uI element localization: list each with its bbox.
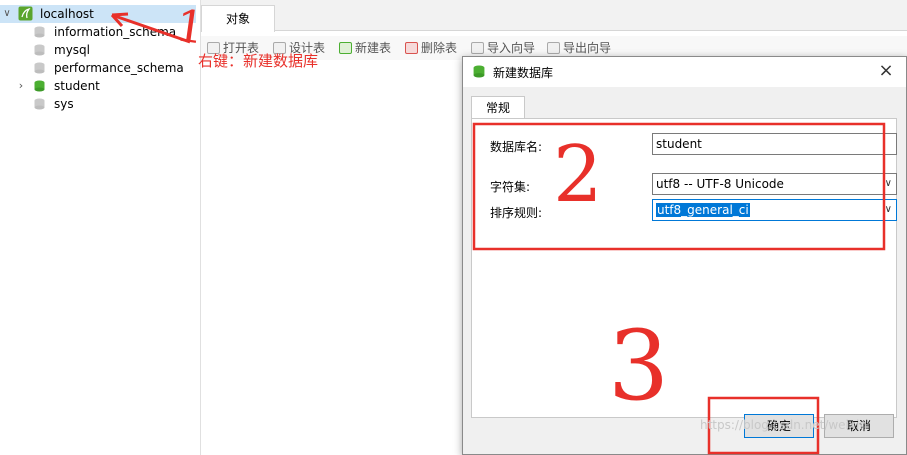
tree-label: student	[54, 79, 100, 93]
import-wizard-label: 导入向导	[487, 41, 536, 55]
dialog-title-bar[interactable]: 新建数据库 ×	[463, 57, 906, 87]
delete-table-label: 删除表	[421, 41, 458, 55]
connection-tree: ∨ localhost information_schema mysql per…	[0, 0, 201, 455]
annotation-step-2: 2	[553, 130, 603, 220]
database-icon	[473, 65, 485, 78]
charset-label: 字符集:	[490, 180, 531, 194]
tab-objects[interactable]: 对象	[201, 5, 275, 32]
tree-item-database[interactable]: mysql	[0, 41, 196, 59]
tree-item-database[interactable]: › student	[0, 77, 196, 95]
tree-label: sys	[54, 97, 74, 111]
collation-label: 排序规则:	[490, 206, 543, 220]
mysql-connection-icon	[18, 6, 33, 21]
db-name-value: student	[656, 137, 702, 151]
delete-table-icon	[405, 42, 418, 54]
chevron-down-icon: ∨	[884, 204, 892, 215]
db-name-label: 数据库名:	[490, 140, 543, 154]
import-wizard-button[interactable]: 导入向导	[471, 39, 535, 57]
annotation-step-3: 3	[608, 310, 670, 422]
tree-label: mysql	[54, 43, 90, 57]
tab-general[interactable]: 常规	[471, 96, 525, 119]
database-icon	[34, 62, 45, 74]
tree-item-database[interactable]: performance_schema	[0, 59, 196, 77]
database-icon	[34, 98, 45, 110]
tree-item-database[interactable]: sys	[0, 95, 196, 113]
delete-table-button[interactable]: 删除表	[405, 39, 457, 57]
dialog-title: 新建数据库	[493, 66, 554, 80]
tab-bar	[201, 0, 907, 31]
tree-label: performance_schema	[54, 61, 184, 75]
collation-select[interactable]: utf8_general_ci ∨	[652, 199, 897, 221]
collation-value: utf8_general_ci	[656, 203, 750, 217]
tree-label-localhost: localhost	[40, 7, 94, 21]
tree-label: information_schema	[54, 25, 177, 39]
general-panel: 数据库名: student 字符集: utf8 -- UTF-8 Unicode…	[471, 118, 897, 418]
chevron-right-icon[interactable]: ›	[16, 77, 26, 95]
database-icon	[34, 44, 45, 56]
new-table-button[interactable]: 新建表	[339, 39, 391, 57]
close-icon[interactable]: ×	[878, 61, 894, 81]
tree-item-localhost[interactable]: ∨ localhost	[0, 5, 196, 23]
new-table-icon	[339, 42, 352, 54]
new-database-dialog: 新建数据库 × 常规 数据库名: student 字符集: utf8 -- UT…	[462, 56, 907, 455]
charset-select[interactable]: utf8 -- UTF-8 Unicode ∨	[652, 173, 897, 195]
new-table-label: 新建表	[355, 41, 392, 55]
tree-item-database[interactable]: information_schema	[0, 23, 196, 41]
annotation-step-1-text: 右键：新建数据库	[198, 52, 319, 70]
chevron-down-icon[interactable]: ∨	[2, 5, 12, 23]
chevron-down-icon: ∨	[884, 178, 892, 189]
charset-value: utf8 -- UTF-8 Unicode	[656, 177, 784, 191]
database-icon	[34, 80, 45, 92]
watermark: https://blog.csdn.net/weixin	[700, 418, 867, 432]
import-icon	[471, 42, 484, 54]
export-wizard-label: 导出向导	[563, 41, 612, 55]
db-name-field[interactable]: student	[652, 133, 897, 155]
export-wizard-button[interactable]: 导出向导	[547, 39, 611, 57]
database-icon	[34, 26, 45, 38]
export-icon	[547, 42, 560, 54]
